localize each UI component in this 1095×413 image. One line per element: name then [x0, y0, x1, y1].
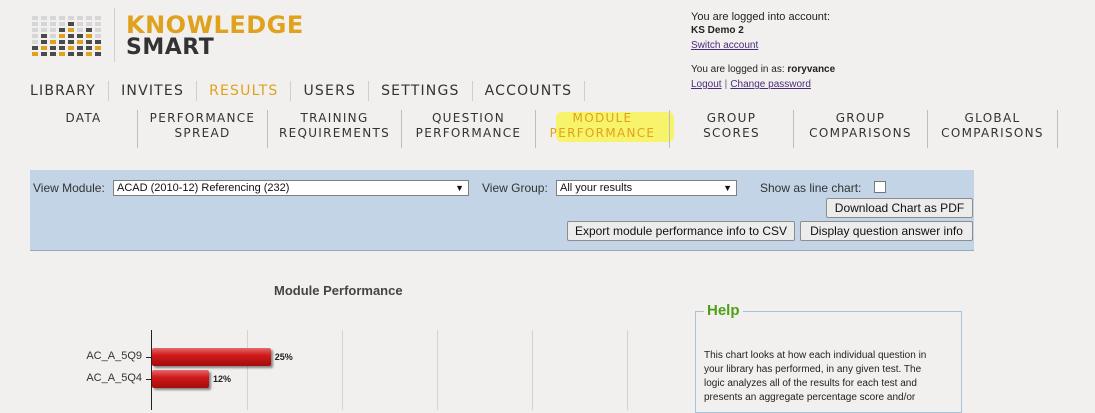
tab-training-requirements-line2: REQUIREMENTS — [278, 126, 391, 140]
tab-question-performance-line1: QUESTION — [431, 111, 506, 125]
tab-group-scores-line1: GROUP — [706, 111, 757, 125]
results-sub-navigation: DATA PERFORMANCE SPREAD TRAINING REQUIRE… — [30, 110, 1058, 148]
nav-results[interactable]: RESULTS — [197, 81, 292, 101]
gridline — [247, 330, 248, 410]
tab-data-line1: DATA — [65, 111, 102, 125]
dropdown-arrow-icon: ▼ — [723, 183, 732, 193]
logout-link[interactable]: Logout — [691, 79, 722, 90]
category-label: AC_A_5Q4 — [86, 372, 142, 384]
account-info: You are logged into account: KS Demo 2 S… — [691, 10, 991, 92]
tab-group-scores-line2: SCORES — [703, 126, 760, 140]
tab-global-comparisons-line2: COMPARISONS — [941, 126, 1044, 140]
account-name: KS Demo 2 — [691, 25, 744, 36]
tab-performance-spread[interactable]: PERFORMANCE SPREAD — [138, 110, 268, 148]
username: roryvance — [787, 64, 836, 75]
gridline — [342, 330, 343, 410]
nav-settings[interactable]: SETTINGS — [369, 81, 473, 101]
help-title: Help — [704, 302, 743, 319]
view-group-value: All your results — [560, 182, 633, 194]
tab-data[interactable]: DATA — [30, 110, 138, 148]
main-navigation: LIBRARY INVITES RESULTS USERS SETTINGS A… — [30, 80, 586, 102]
chart-title: Module Performance — [274, 283, 403, 298]
line-chart-label: Show as line chart: — [760, 181, 862, 195]
tab-training-requirements[interactable]: TRAINING REQUIREMENTS — [268, 110, 402, 148]
chart-bar[interactable] — [152, 348, 271, 366]
help-text: This chart looks at how each individual … — [704, 349, 954, 405]
category-label: AC_A_5Q9 — [86, 350, 142, 362]
help-line: This chart looks at how each individual … — [704, 350, 927, 361]
tab-question-performance[interactable]: QUESTION PERFORMANCE — [402, 110, 536, 148]
tab-training-requirements-line1: TRAINING — [300, 111, 369, 125]
help-line: your library has performed, in any given… — [704, 364, 922, 375]
axis-tick — [146, 357, 151, 358]
switch-account-link[interactable]: Switch account — [691, 40, 758, 51]
view-group-select[interactable]: All your results ▼ — [556, 180, 737, 196]
nav-users[interactable]: USERS — [291, 81, 370, 101]
change-password-link[interactable]: Change password — [730, 79, 811, 90]
line-chart-checkbox[interactable] — [874, 181, 886, 193]
download-chart-pdf-button[interactable]: Download Chart as PDF — [826, 198, 973, 218]
gridline — [532, 330, 533, 410]
help-line: logic analyzes all of the results for ea… — [704, 378, 917, 389]
view-module-value: ACAD (2010-12) Referencing (232) — [117, 182, 290, 194]
display-question-answer-button[interactable]: Display question answer info — [800, 221, 973, 241]
tab-global-comparisons-line1: GLOBAL — [964, 111, 1021, 125]
gridline — [627, 330, 628, 410]
filter-panel: View Module: ACAD (2010-12) Referencing … — [30, 170, 974, 251]
tab-group-comparisons-line1: GROUP — [835, 111, 886, 125]
nav-accounts[interactable]: ACCOUNTS — [473, 81, 586, 101]
tab-question-performance-line2: PERFORMANCE — [415, 126, 522, 140]
tab-group-scores[interactable]: GROUP SCORES — [670, 110, 794, 148]
tab-module-performance-line1: MODULE — [572, 111, 633, 125]
tab-module-performance[interactable]: MODULE PERFORMANCE — [536, 110, 670, 148]
gridline — [437, 330, 438, 410]
dropdown-arrow-icon: ▼ — [455, 183, 464, 193]
tab-global-comparisons[interactable]: GLOBAL COMPARISONS — [928, 110, 1058, 148]
chart-bar[interactable] — [152, 370, 209, 388]
bar-value-label: 25% — [274, 352, 293, 362]
knowledge-smart-logo[interactable]: KNOWLEDGE SMART — [30, 8, 303, 68]
logged-into-label: You are logged into account: — [691, 11, 831, 23]
nav-invites[interactable]: INVITES — [109, 81, 198, 101]
view-module-select[interactable]: ACAD (2010-12) Referencing (232) ▼ — [113, 180, 469, 196]
tab-group-comparisons[interactable]: GROUP COMPARISONS — [794, 110, 928, 148]
module-performance-chart: AC_A_5Q9 25% AC_A_5Q4 12% — [60, 330, 680, 410]
view-module-label: View Module: — [33, 181, 105, 195]
logo-bars-icon — [32, 16, 101, 56]
tab-group-comparisons-line2: COMPARISONS — [809, 126, 912, 140]
tab-performance-spread-line2: SPREAD — [174, 126, 231, 140]
link-separator: | — [724, 79, 728, 90]
view-group-label: View Group: — [482, 181, 548, 195]
export-csv-button[interactable]: Export module performance info to CSV — [567, 221, 795, 241]
tab-performance-spread-line1: PERFORMANCE — [149, 111, 256, 125]
tab-module-performance-line2: PERFORMANCE — [549, 126, 656, 140]
help-box: Help This chart looks at how each indivi… — [695, 302, 962, 413]
logged-in-as-label: You are logged in as: — [691, 64, 785, 75]
logo-divider — [114, 8, 115, 62]
nav-library[interactable]: LIBRARY — [30, 81, 110, 101]
logo-text-smart: SMART — [126, 35, 215, 60]
bar-value-label: 12% — [213, 374, 232, 384]
axis-tick — [146, 379, 151, 380]
